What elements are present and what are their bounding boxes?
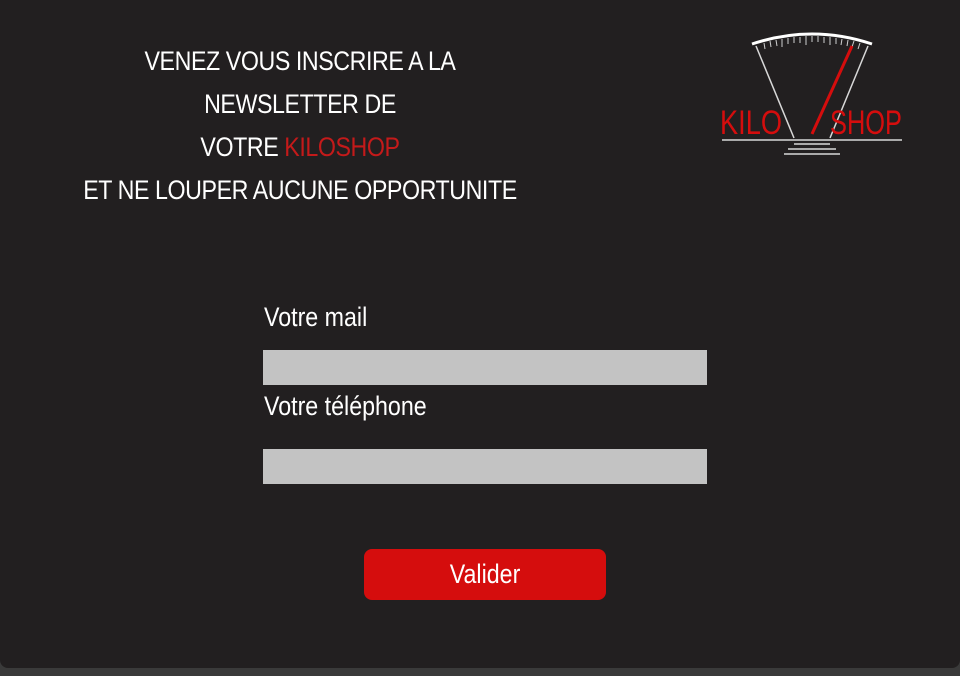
headline-line-1: VENEZ VOUS INSCRIRE A LA NEWSLETTER DE xyxy=(144,46,456,119)
submit-button-label: Valider xyxy=(449,559,521,589)
kiloshop-logo: KILO SHOP xyxy=(716,26,908,162)
mail-input[interactable] xyxy=(263,350,707,385)
scale-gauge-icon: KILO SHOP xyxy=(720,32,902,155)
headline-brand-name: KILOSHOP xyxy=(284,132,400,162)
newsletter-headline: VENEZ VOUS INSCRIRE A LA NEWSLETTER DE V… xyxy=(76,40,523,212)
submit-button[interactable]: Valider xyxy=(364,549,606,600)
headline-line-3: ET NE LOUPER AUCUNE OPPORTUNITE xyxy=(83,175,517,205)
phone-label: Votre téléphone xyxy=(264,391,427,421)
headline-line-2-prefix: VOTRE xyxy=(200,132,285,162)
mail-label: Votre mail xyxy=(264,302,368,332)
phone-input[interactable] xyxy=(263,449,707,484)
headline-line-2: VOTRE KILOSHOP xyxy=(76,126,523,169)
logo-shop-text: SHOP xyxy=(830,104,902,142)
newsletter-panel: VENEZ VOUS INSCRIRE A LA NEWSLETTER DE V… xyxy=(0,0,960,668)
logo-kilo-text: KILO xyxy=(720,104,782,142)
